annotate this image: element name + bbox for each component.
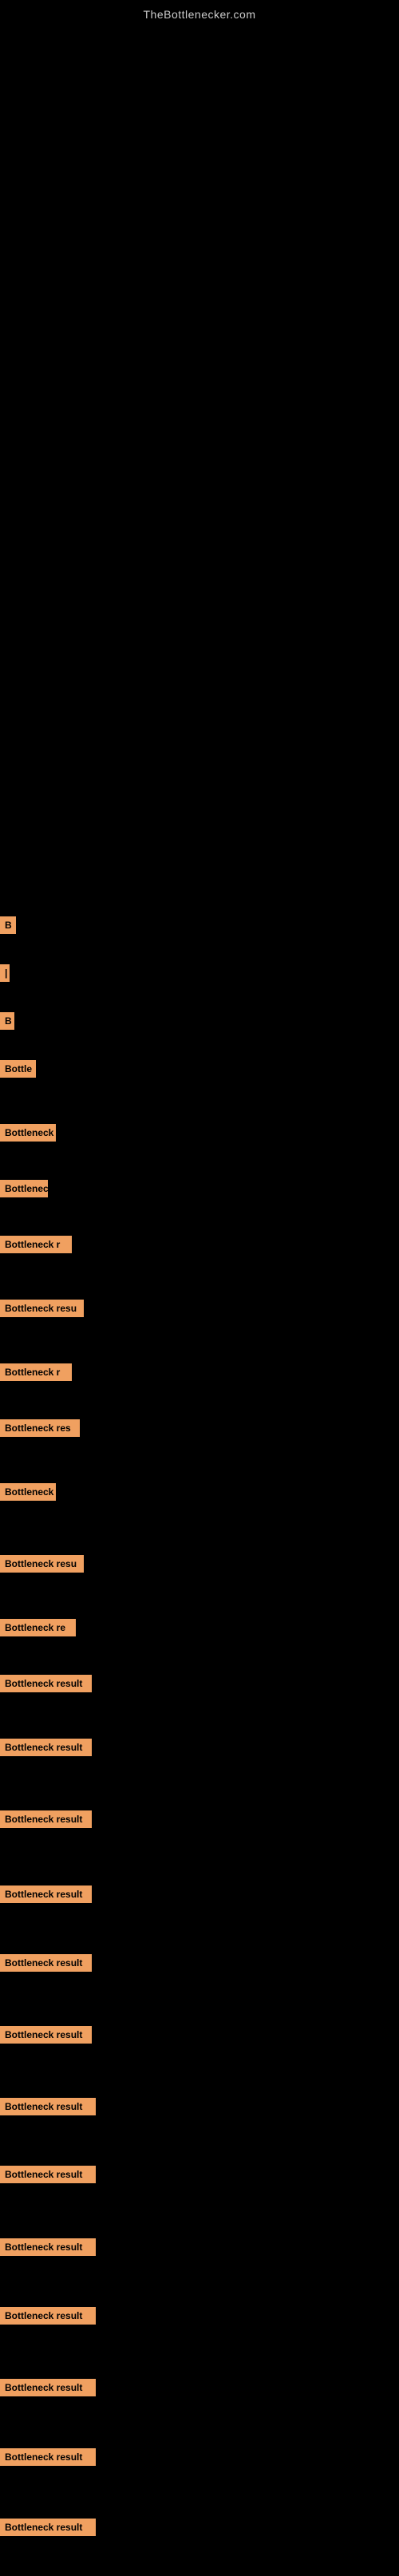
bottleneck-label-21: Bottleneck result (0, 2166, 96, 2183)
site-title: TheBottlenecker.com (0, 0, 399, 25)
bottleneck-label-3: B (0, 1012, 14, 1030)
bottleneck-label-20: Bottleneck result (0, 2098, 96, 2115)
bottleneck-item-21: Bottleneck result (0, 2159, 96, 2190)
bottleneck-label-18: Bottleneck result (0, 1954, 92, 1972)
bottleneck-item-23: Bottleneck result (0, 2301, 96, 2331)
bottleneck-item-8: Bottleneck resu (0, 1293, 84, 1324)
bottleneck-label-12: Bottleneck resu (0, 1555, 84, 1573)
bottleneck-item-12: Bottleneck resu (0, 1549, 84, 1579)
bottleneck-label-19: Bottleneck result (0, 2026, 92, 2044)
bottleneck-label-24: Bottleneck result (0, 2379, 96, 2396)
bottleneck-item-11: Bottleneck (0, 1477, 56, 1507)
bottleneck-label-17: Bottleneck result (0, 1886, 92, 1903)
bottleneck-item-24: Bottleneck result (0, 2372, 96, 2403)
bottleneck-item-22: Bottleneck result (0, 2232, 96, 2262)
bottleneck-item-16: Bottleneck result (0, 1804, 92, 1834)
bottleneck-label-23: Bottleneck result (0, 2307, 96, 2325)
bottleneck-item-15: Bottleneck result (0, 1732, 92, 1763)
bottleneck-item-3: B (0, 1006, 14, 1036)
bottleneck-item-4: Bottle (0, 1054, 36, 1084)
bottleneck-item-10: Bottleneck res (0, 1413, 80, 1443)
bottleneck-item-26: Bottleneck result (0, 2512, 96, 2542)
bottleneck-label-1: B (0, 916, 16, 934)
bottleneck-item-5: Bottleneck (0, 1118, 56, 1148)
bottleneck-label-5: Bottleneck (0, 1124, 56, 1142)
bottleneck-item-1: B (0, 910, 16, 940)
bottleneck-label-4: Bottle (0, 1060, 36, 1078)
bottleneck-item-18: Bottleneck result (0, 1948, 92, 1978)
bottleneck-label-6: Bottlenec (0, 1180, 48, 1197)
bottleneck-label-25: Bottleneck result (0, 2448, 96, 2466)
bottleneck-label-2: | (0, 964, 10, 982)
bottleneck-label-10: Bottleneck res (0, 1419, 80, 1437)
bottleneck-item-9: Bottleneck r (0, 1357, 72, 1387)
bottleneck-label-13: Bottleneck re (0, 1619, 76, 1636)
bottleneck-label-26: Bottleneck result (0, 2519, 96, 2536)
bottleneck-label-7: Bottleneck r (0, 1236, 72, 1253)
bottleneck-item-17: Bottleneck result (0, 1879, 92, 1909)
bottleneck-item-2: | (0, 958, 10, 988)
bottleneck-item-7: Bottleneck r (0, 1229, 72, 1260)
bottleneck-item-14: Bottleneck result (0, 1668, 92, 1699)
bottleneck-label-11: Bottleneck (0, 1483, 56, 1501)
bottleneck-label-15: Bottleneck result (0, 1739, 92, 1756)
main-chart-area (0, 25, 399, 903)
bottleneck-label-14: Bottleneck result (0, 1675, 92, 1692)
bottleneck-item-6: Bottlenec (0, 1173, 48, 1204)
bottleneck-label-8: Bottleneck resu (0, 1300, 84, 1317)
bottleneck-items-container: B | B Bottle Bottleneck Bottlenec Bottleneck r… (0, 910, 399, 2576)
bottleneck-label-22: Bottleneck result (0, 2238, 96, 2256)
bottleneck-label-9: Bottleneck r (0, 1363, 72, 1381)
bottleneck-label-16: Bottleneck result (0, 1810, 92, 1828)
bottleneck-item-13: Bottleneck re (0, 1612, 76, 1643)
bottleneck-item-19: Bottleneck result (0, 2020, 92, 2050)
bottleneck-item-20: Bottleneck result (0, 2091, 96, 2122)
bottleneck-item-25: Bottleneck result (0, 2442, 96, 2472)
